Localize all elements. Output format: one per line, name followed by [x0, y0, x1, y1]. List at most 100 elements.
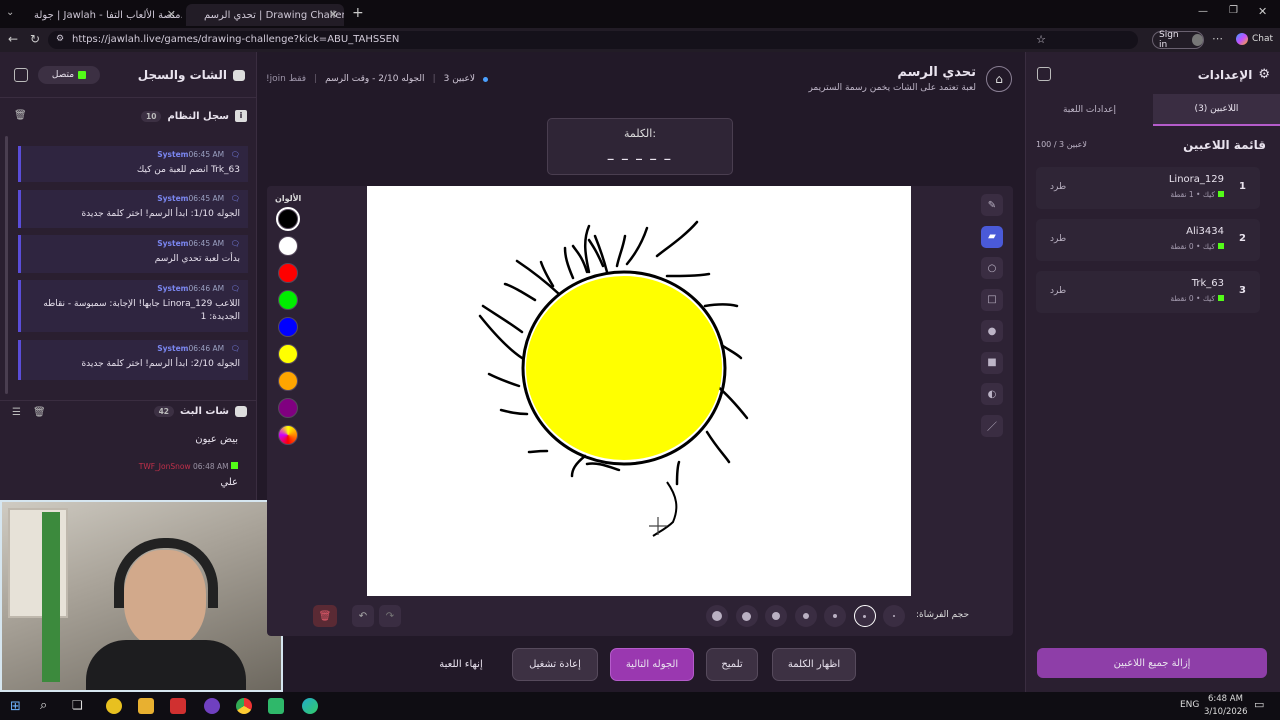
player-rank: 2 — [1239, 233, 1246, 244]
home-button[interactable]: ⌂ — [986, 66, 1012, 92]
drawing-canvas[interactable] — [367, 186, 911, 596]
crosshair-cursor-icon — [649, 517, 667, 535]
new-tab-button[interactable]: + — [352, 5, 364, 21]
clear-canvas-button[interactable]: 🗑 — [313, 605, 337, 627]
sign-in-button[interactable]: Sign in — [1152, 30, 1204, 50]
kick-player-button[interactable]: طرد — [1050, 182, 1066, 192]
reveal-word-button[interactable]: اظهار الكلمة — [772, 648, 856, 681]
next-round-button[interactable]: الجوله التالية — [610, 648, 694, 681]
back-icon[interactable]: ← — [8, 32, 18, 46]
tab-players[interactable]: اللاعبين (3) — [1153, 94, 1280, 126]
list-view-icon[interactable]: ☰ — [12, 407, 21, 418]
app-icon-obs[interactable] — [204, 698, 220, 714]
color-swatch[interactable] — [278, 398, 298, 418]
remove-all-players-button[interactable]: إزالة جميع اللاعبين — [1037, 648, 1267, 678]
stream-chat-title: شات البث — [180, 406, 229, 417]
eraser-icon[interactable]: ▰ — [981, 225, 1003, 248]
url-field[interactable]: ⚙ https://jawlah.live/games/drawing-chal… — [48, 31, 1138, 49]
notifications-icon[interactable]: ▭ — [1254, 698, 1264, 711]
pen-icon[interactable]: ✎ — [981, 194, 1003, 216]
language-indicator[interactable]: ENG — [1180, 700, 1199, 710]
media-player-icon[interactable] — [170, 698, 186, 714]
app-icon-green[interactable] — [268, 698, 284, 714]
connection-status-badge: متصل — [38, 66, 100, 84]
color-swatch[interactable] — [278, 344, 298, 364]
app-icon-coin[interactable] — [106, 698, 122, 714]
line-icon[interactable]: ／ — [981, 414, 1003, 437]
color-swatch[interactable] — [278, 371, 298, 391]
edge-icon[interactable] — [302, 698, 318, 714]
end-game-button[interactable]: إنهاء اللعبة — [420, 648, 502, 681]
tab-game-settings[interactable]: إعدادات اللعبة — [1026, 94, 1153, 126]
circle-fill-icon[interactable]: ● — [981, 320, 1003, 342]
fill-bucket-icon[interactable]: ◐ — [981, 383, 1003, 405]
player-row: 3 Trk_63 كيك • 0 نقطة طرد — [1036, 271, 1260, 313]
collapse-settings-icon[interactable] — [1037, 67, 1051, 81]
close-tab-icon[interactable]: ✕ — [167, 8, 176, 21]
brush-size-option[interactable] — [883, 605, 905, 627]
brush-size-option[interactable] — [735, 605, 758, 627]
collapse-panel-icon[interactable] — [14, 68, 28, 82]
brush-size-option[interactable] — [824, 605, 846, 627]
color-swatch[interactable] — [278, 317, 298, 337]
start-icon[interactable]: ⊞ — [10, 699, 21, 714]
brush-size-option[interactable] — [794, 605, 817, 627]
chat-icon — [235, 406, 247, 417]
browser-tab-drawing[interactable]: تحدي الرسم | Drawing Challenge ✕ — [186, 4, 344, 26]
tab-list-button[interactable]: ⌄ — [6, 7, 14, 18]
maximize-icon[interactable]: ❐ — [1229, 5, 1238, 16]
kick-icon — [231, 462, 238, 469]
copilot-chat-button[interactable]: Chat — [1236, 33, 1273, 45]
chat-message: TWF_JonSnow 06:48 AM علي — [88, 462, 238, 488]
site-info-icon[interactable]: ⚙ — [56, 34, 64, 44]
home-icon: ⌂ — [995, 72, 1003, 86]
search-icon[interactable]: ⌕ — [40, 698, 47, 713]
clear-chat-icon[interactable]: 🗑 — [33, 407, 46, 418]
restart-button[interactable]: إعادة تشغيل — [512, 648, 598, 681]
rectangle-fill-icon[interactable]: ■ — [981, 351, 1003, 374]
reload-icon[interactable]: ↻ — [30, 32, 40, 46]
hint-button[interactable]: تلميح — [706, 648, 758, 681]
undo-button[interactable]: ↶ — [352, 605, 374, 627]
brush-size-option[interactable] — [765, 605, 787, 627]
close-window-icon[interactable]: ✕ — [1258, 5, 1267, 18]
color-swatch[interactable] — [278, 236, 298, 256]
chat-icon — [233, 69, 245, 81]
brush-size-label: حجم الفرشاة: — [916, 610, 970, 620]
brush-size-option[interactable] — [706, 605, 728, 627]
live-dot-icon — [483, 76, 488, 82]
color-swatch[interactable] — [276, 207, 300, 231]
favorite-icon[interactable]: ☆ — [1036, 33, 1046, 46]
file-explorer-icon[interactable] — [138, 698, 154, 714]
kick-player-button[interactable]: طرد — [1050, 286, 1066, 296]
kick-player-button[interactable]: طرد — [1050, 234, 1066, 244]
copilot-icon — [1236, 33, 1248, 45]
close-tab-icon[interactable]: ✕ — [329, 8, 338, 21]
color-swatch[interactable] — [278, 290, 298, 310]
join-hint: !join فقط — [266, 74, 307, 84]
redo-button[interactable]: ↷ — [379, 605, 401, 627]
more-menu-icon[interactable]: ⋯ — [1212, 32, 1223, 45]
chrome-icon[interactable] — [236, 698, 252, 714]
settings-title: الإعدادات ⚙ — [1197, 67, 1270, 82]
task-view-icon[interactable]: ❏ — [72, 698, 83, 712]
log-message: 🗨 System06:45 AM Trk_63 انضم للعبة من كي… — [18, 146, 248, 182]
players-list-title: قائمة اللاعبين — [1183, 138, 1266, 152]
custom-color-picker[interactable] — [278, 425, 298, 445]
log-message: 🗨 System06:46 AM اللاعب Linora_129 جابها… — [18, 280, 248, 332]
browser-tab-jawlah[interactable]: جولة | Jawlah - منصة الألعاب التفا... ✕ — [26, 4, 182, 26]
chat-message-text: بيض عيون — [195, 434, 238, 445]
game-title: تحدي الرسم — [897, 65, 976, 80]
panel-header: متصل الشات والسجل — [0, 52, 257, 98]
color-swatch[interactable] — [278, 263, 298, 283]
rectangle-outline-icon[interactable]: □ — [981, 288, 1003, 311]
clear-log-icon[interactable]: 🗑 — [14, 110, 27, 121]
chat-label: Chat — [1252, 34, 1274, 44]
circle-outline-icon[interactable]: ○ — [981, 257, 1003, 279]
minimize-icon[interactable]: — — [1198, 6, 1208, 17]
brush-size-option[interactable] — [853, 605, 876, 627]
scrollbar[interactable] — [5, 136, 8, 394]
address-toolbar: ← ↻ ⚙ https://jawlah.live/games/drawing-… — [0, 28, 1280, 52]
url-text: https://jawlah.live/games/drawing-challe… — [72, 34, 400, 45]
player-name: Ali3434 — [1186, 226, 1224, 237]
